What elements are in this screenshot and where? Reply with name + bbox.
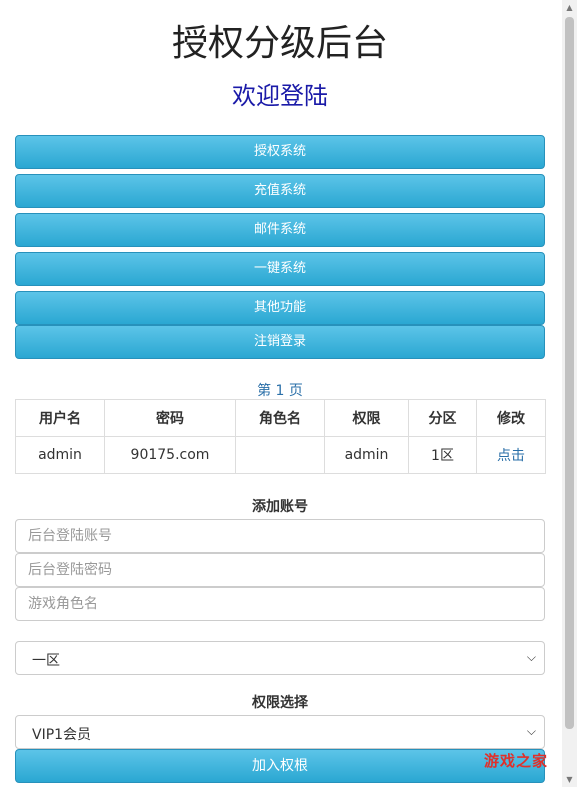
cell-edit: 点击 — [476, 436, 546, 474]
password-input[interactable] — [15, 553, 545, 587]
column-header-username: 用户名 — [15, 399, 105, 437]
role-name-input[interactable] — [15, 587, 545, 621]
column-header-permission: 权限 — [324, 399, 409, 437]
chevron-down-icon: ⌵ — [526, 650, 536, 664]
nav-button-logout[interactable]: 注销登录 — [15, 325, 545, 359]
watermark-text: 游戏之家 — [484, 752, 549, 770]
page-title: 授权分级后台 — [171, 23, 388, 64]
cell-password: 90175.com — [104, 436, 236, 474]
column-header-role: 角色名 — [235, 399, 325, 437]
nav-button-recharge[interactable]: 充值系统 — [15, 174, 545, 208]
vertical-scrollbar[interactable]: ▲ ▼ — [562, 0, 577, 787]
cell-permission: admin — [324, 436, 409, 474]
cell-role — [235, 436, 325, 474]
cell-username: admin — [15, 436, 105, 474]
permission-select-value: VIP1会员 — [32, 727, 92, 743]
cell-zone: 1区 — [408, 436, 477, 474]
column-header-zone: 分区 — [408, 399, 477, 437]
nav-button-other[interactable]: 其他功能 — [15, 291, 545, 325]
nav-button-authorization[interactable]: 授权系统 — [15, 135, 545, 169]
arrow-up-icon[interactable]: ▲ — [562, 0, 577, 15]
table-header-row: 用户名 密码 角色名 权限 分区 修改 — [15, 399, 546, 437]
add-permission-button[interactable]: 加入权根 — [15, 749, 545, 783]
zone-select[interactable]: 一区 ⌵ — [15, 641, 545, 675]
column-header-password: 密码 — [104, 399, 236, 437]
edit-link[interactable]: 点击 — [497, 448, 525, 464]
welcome-subtitle: 欢迎登陆 — [232, 82, 328, 110]
permission-select[interactable]: VIP1会员 ⌵ — [15, 715, 545, 749]
account-input[interactable] — [15, 519, 545, 553]
table-row: admin 90175.com admin 1区 点击 — [15, 436, 546, 474]
permission-heading: 权限选择 — [252, 695, 308, 711]
users-table: 用户名 密码 角色名 权限 分区 修改 admin 90175.com admi… — [15, 399, 546, 474]
nav-menu: 授权系统 充值系统 邮件系统 一键系统 其他功能 注销登录 — [15, 135, 545, 359]
nav-button-one-click[interactable]: 一键系统 — [15, 252, 545, 286]
add-account-heading: 添加账号 — [252, 499, 308, 515]
chevron-down-icon: ⌵ — [526, 724, 536, 738]
nav-button-mail[interactable]: 邮件系统 — [15, 213, 545, 247]
page-indicator: 第 1 页 — [257, 383, 303, 399]
zone-select-value: 一区 — [32, 653, 60, 669]
arrow-down-icon[interactable]: ▼ — [562, 772, 577, 787]
watermark-logo: 游戏之家 — [480, 740, 564, 780]
column-header-edit: 修改 — [476, 399, 546, 437]
scrollbar-thumb[interactable] — [565, 17, 574, 729]
